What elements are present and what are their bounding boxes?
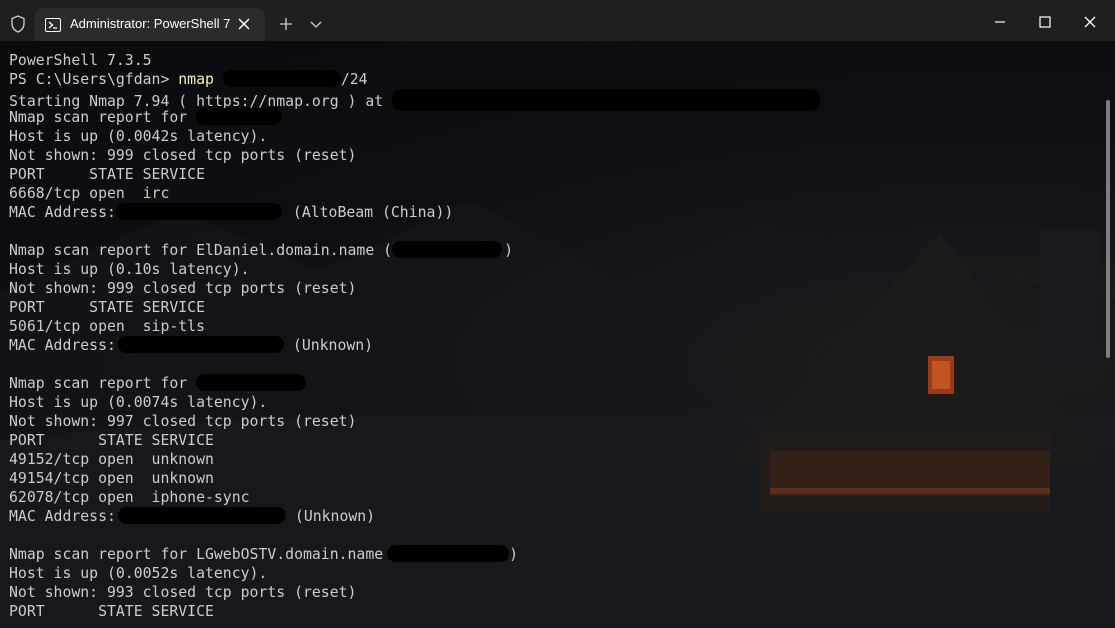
close-tab-icon[interactable] bbox=[235, 15, 253, 33]
console-line: Host is up (0.10s latency). bbox=[9, 261, 250, 278]
console-line: MAC Address: (Unknown) bbox=[9, 507, 820, 526]
console-line: Nmap scan report for LGwebOSTV.domain.na… bbox=[9, 545, 820, 564]
close-window-icon[interactable] bbox=[1080, 12, 1100, 32]
redacted-block bbox=[196, 108, 283, 125]
redacted-block bbox=[117, 336, 284, 353]
console-line: Nmap scan report for bbox=[9, 374, 820, 393]
console-line: PORT STATE SERVICE bbox=[9, 299, 205, 316]
prompt: PS C:\Users\gfdan> bbox=[9, 71, 179, 88]
console-line: 62078/tcp open iphone-sync bbox=[9, 489, 250, 506]
console-text: Nmap scan report for bbox=[9, 109, 188, 126]
console-text: MAC Address: bbox=[9, 204, 116, 221]
console-line: Host is up (0.0052s latency). bbox=[9, 565, 268, 582]
console-line: PORT STATE SERVICE bbox=[9, 166, 205, 183]
title-bar: Administrator: PowerShell 7 bbox=[0, 0, 1115, 41]
console-text: Nmap scan report for bbox=[9, 375, 188, 392]
console-line: 49154/tcp open unknown bbox=[9, 470, 214, 487]
console-text: ) bbox=[504, 242, 513, 259]
console-text: Nmap scan report for ElDaniel.domain.nam… bbox=[9, 242, 393, 259]
tab-powershell[interactable]: Administrator: PowerShell 7 bbox=[35, 8, 265, 41]
command-argument: /24 bbox=[340, 71, 368, 88]
redacted-block bbox=[196, 374, 307, 391]
vertical-scrollbar[interactable] bbox=[1106, 100, 1110, 358]
console-line: MAC Address: (AltoBeam (China)) bbox=[9, 203, 820, 222]
redacted-block bbox=[387, 545, 510, 562]
powershell-icon bbox=[45, 18, 61, 32]
redacted-block bbox=[222, 70, 341, 87]
console-line: Host is up (0.0074s latency). bbox=[9, 394, 268, 411]
console-text: MAC Address: bbox=[9, 337, 116, 354]
console-line: Not shown: 999 closed tcp ports (reset) bbox=[9, 147, 357, 164]
console-line: PORT STATE SERVICE bbox=[9, 603, 214, 620]
terminal-output-area[interactable]: PowerShell 7.3.5 PS C:\Users\gfdan> nmap… bbox=[0, 41, 1115, 628]
redacted-block bbox=[117, 507, 286, 524]
chevron-down-icon[interactable] bbox=[306, 14, 326, 34]
command-text: nmap bbox=[178, 71, 214, 88]
console-line: Not shown: 993 closed tcp ports (reset) bbox=[9, 584, 357, 601]
console-line: Host is up (0.0042s latency). bbox=[9, 128, 268, 145]
console-text: (Unknown) bbox=[292, 337, 374, 354]
redacted-block bbox=[392, 241, 503, 258]
console-line: Nmap scan report for ElDaniel.domain.nam… bbox=[9, 241, 820, 260]
console-text: (AltoBeam (China)) bbox=[292, 204, 454, 221]
minimize-icon[interactable] bbox=[990, 12, 1010, 32]
new-tab-plus-icon[interactable] bbox=[276, 14, 296, 34]
console-line: MAC Address: (Unknown) bbox=[9, 336, 820, 355]
console-line: 49152/tcp open unknown bbox=[9, 451, 214, 468]
console-line: PS C:\Users\gfdan> nmap /24 bbox=[9, 70, 820, 89]
console-line: Not shown: 997 closed tcp ports (reset) bbox=[9, 413, 357, 430]
redacted-block bbox=[115, 203, 282, 220]
console-lines: PowerShell 7.3.5 PS C:\Users\gfdan> nmap… bbox=[9, 51, 821, 621]
maximize-icon[interactable] bbox=[1035, 12, 1055, 32]
console-line: Not shown: 999 closed tcp ports (reset) bbox=[9, 280, 357, 297]
console-text: MAC Address: bbox=[9, 508, 116, 525]
console-line: PowerShell 7.3.5 bbox=[9, 52, 152, 69]
console-text: ) bbox=[509, 546, 519, 563]
console-line: 6668/tcp open irc bbox=[9, 185, 170, 202]
console-line: Nmap scan report for bbox=[9, 108, 820, 127]
shield-icon bbox=[11, 15, 25, 33]
console-line: 5061/tcp open sip-tls bbox=[9, 318, 205, 335]
console-line: PORT STATE SERVICE bbox=[9, 432, 214, 449]
tab-title: Administrator: PowerShell 7 bbox=[70, 16, 231, 31]
console-text: (Unknown) bbox=[294, 508, 376, 525]
console-line: Starting Nmap 7.94 ( https://nmap.org ) … bbox=[9, 89, 821, 111]
console-text: Nmap scan report for LGwebOSTV.domain.na… bbox=[9, 546, 384, 563]
